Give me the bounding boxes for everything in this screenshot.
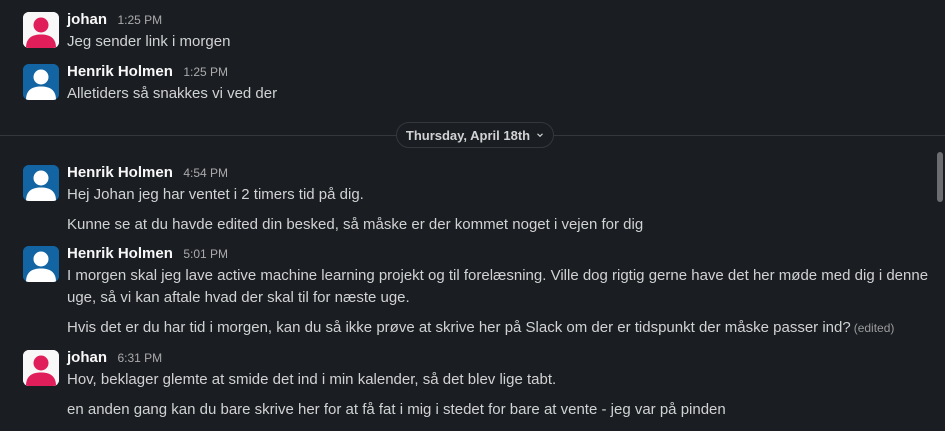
message-header: Henrik Holmen 5:01 PM bbox=[67, 244, 228, 264]
message-header: johan 1:25 PM bbox=[67, 10, 162, 30]
timestamp[interactable]: 1:25 PM bbox=[183, 65, 228, 79]
message-text-last: Hvis det er du har tid i morgen, kan du … bbox=[67, 317, 901, 339]
sender-name[interactable]: Henrik Holmen bbox=[67, 63, 173, 80]
message-text: Hov, beklager glemte at smide det ind i … bbox=[67, 371, 557, 388]
sender-name[interactable]: johan bbox=[67, 11, 107, 28]
message-group[interactable]: johan 1:25 PM Jeg sender link i morgen bbox=[0, 10, 931, 58]
message-group[interactable]: Henrik Holmen 5:01 PM I morgen skal jeg … bbox=[0, 244, 931, 340]
sender-name[interactable]: Henrik Holmen bbox=[67, 164, 173, 181]
message-text: Jeg sender link i morgen bbox=[67, 33, 231, 50]
message-group[interactable]: johan 6:31 PM Hov, beklager glemte at sm… bbox=[0, 348, 931, 428]
user-icon bbox=[23, 246, 59, 282]
message-header: Henrik Holmen 4:54 PM bbox=[67, 163, 228, 183]
avatar[interactable] bbox=[23, 64, 59, 100]
message-text: Hvis det er du har tid i morgen, kan du … bbox=[67, 319, 851, 336]
timestamp[interactable]: 1:25 PM bbox=[117, 13, 162, 27]
scrollbar-thumb[interactable] bbox=[937, 152, 943, 202]
timestamp[interactable]: 6:31 PM bbox=[117, 351, 162, 365]
message-header: johan 6:31 PM bbox=[67, 348, 162, 368]
avatar[interactable] bbox=[23, 165, 59, 201]
message-text: Alletiders så snakkes vi ved der bbox=[67, 85, 278, 102]
timestamp[interactable]: 5:01 PM bbox=[183, 247, 228, 261]
message-text: Hej Johan jeg har ventet i 2 timers tid … bbox=[67, 186, 364, 203]
message-header: Henrik Holmen 1:25 PM bbox=[67, 62, 228, 82]
user-icon bbox=[23, 350, 59, 386]
message-group[interactable]: Henrik Holmen 1:25 PM Alletiders så snak… bbox=[0, 62, 931, 110]
edited-label[interactable]: (edited) bbox=[854, 321, 895, 335]
message-group[interactable]: Henrik Holmen 4:54 PM Hej Johan jeg har … bbox=[0, 163, 931, 237]
user-icon bbox=[23, 64, 59, 100]
avatar[interactable] bbox=[23, 12, 59, 48]
message-pane[interactable]: johan 1:25 PM Jeg sender link i morgen H… bbox=[0, 0, 945, 431]
user-icon bbox=[23, 165, 59, 201]
sender-name[interactable]: Henrik Holmen bbox=[67, 245, 173, 262]
message-text: Kunne se at du havde edited din besked, … bbox=[67, 216, 644, 233]
date-divider-button[interactable]: Thursday, April 18th bbox=[396, 122, 554, 148]
avatar[interactable] bbox=[23, 246, 59, 282]
message-text: en anden gang kan du bare skrive her for… bbox=[67, 401, 726, 418]
chevron-down-icon bbox=[536, 131, 544, 139]
date-label: Thursday, April 18th bbox=[405, 127, 531, 143]
message-text: uge, så vi kan aftale hvad der skal til … bbox=[67, 289, 410, 306]
avatar[interactable] bbox=[23, 350, 59, 386]
message-text: I morgen skal jeg lave active machine le… bbox=[67, 267, 929, 284]
user-icon bbox=[23, 12, 59, 48]
timestamp[interactable]: 4:54 PM bbox=[183, 166, 228, 180]
sender-name[interactable]: johan bbox=[67, 349, 107, 366]
